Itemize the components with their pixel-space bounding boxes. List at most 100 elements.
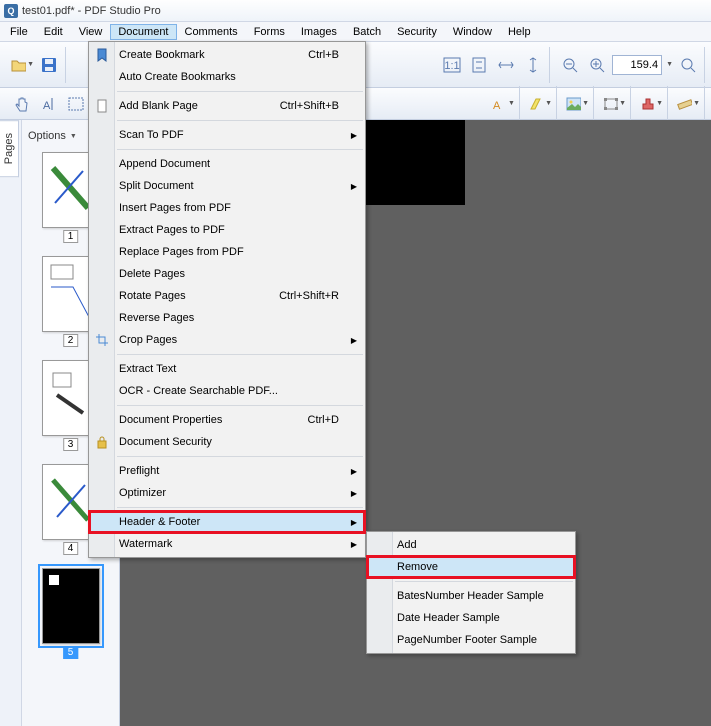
header-footer-submenu-item-pagenumber-footer-sample[interactable]: PageNumber Footer Sample — [367, 629, 575, 651]
document-menu-item-optimizer[interactable]: Optimizer ▶ — [89, 482, 365, 504]
menu-edit[interactable]: Edit — [36, 24, 71, 40]
app-icon: Q — [4, 4, 18, 18]
thumbnail-page-number: 5 — [63, 646, 79, 659]
document-menu-item-document-properties[interactable]: Document PropertiesCtrl+D — [89, 409, 365, 431]
menu-item-label: Insert Pages from PDF — [119, 202, 339, 214]
submenu-arrow-icon: ▶ — [351, 489, 357, 498]
menu-item-shortcut: Ctrl+Shift+B — [280, 100, 339, 112]
options-label: Options — [28, 130, 66, 142]
document-menu-item-insert-pages-from-pdf[interactable]: Insert Pages from PDF — [89, 197, 365, 219]
menu-file[interactable]: File — [2, 24, 36, 40]
document-menu-item-auto-create-bookmarks[interactable]: Auto Create Bookmarks — [89, 66, 365, 88]
document-menu-item-preflight[interactable]: Preflight ▶ — [89, 460, 365, 482]
menu-item-label: Append Document — [119, 158, 339, 170]
menu-item-label: Delete Pages — [119, 268, 339, 280]
zoom-tool-button[interactable] — [676, 53, 700, 77]
menu-bar: FileEditViewDocumentCommentsFormsImagesB… — [0, 22, 711, 42]
document-menu-item-add-blank-page[interactable]: Add Blank PageCtrl+Shift+B — [89, 95, 365, 117]
submenu-arrow-icon: ▶ — [351, 467, 357, 476]
menu-item-label: Optimizer — [119, 487, 339, 499]
thumbnail-page-number: 4 — [63, 542, 79, 555]
header-footer-submenu-item-remove[interactable]: Remove — [367, 556, 575, 578]
page-thumbnail[interactable]: 5 — [42, 568, 100, 644]
document-menu-item-crop-pages[interactable]: Crop Pages ▶ — [89, 329, 365, 351]
menu-view[interactable]: View — [71, 24, 111, 40]
hand-tool-button[interactable] — [10, 92, 34, 116]
pages-tab[interactable]: Pages — [0, 120, 19, 177]
menu-item-label: Date Header Sample — [397, 612, 549, 624]
menu-separator — [117, 405, 363, 406]
svg-text:A: A — [43, 100, 51, 112]
highlight-button[interactable]: ▼ — [528, 92, 552, 116]
menu-item-label: Rotate Pages — [119, 290, 279, 302]
crop-icon — [94, 332, 110, 348]
document-menu-item-scan-to-pdf[interactable]: Scan To PDF▶ — [89, 124, 365, 146]
document-menu-item-extract-text[interactable]: Extract Text — [89, 358, 365, 380]
menu-help[interactable]: Help — [500, 24, 539, 40]
submenu-arrow-icon: ▶ — [351, 131, 357, 140]
menu-item-label: Add Blank Page — [119, 100, 280, 112]
document-menu-item-delete-pages[interactable]: Delete Pages — [89, 263, 365, 285]
document-menu-item-extract-pages-to-pdf[interactable]: Extract Pages to PDF — [89, 219, 365, 241]
fit-height-button[interactable] — [521, 53, 545, 77]
document-menu-item-split-document[interactable]: Split Document▶ — [89, 175, 365, 197]
actual-size-button[interactable]: 1:1 — [440, 53, 464, 77]
image-annotation-button[interactable]: ▼ — [565, 92, 589, 116]
header-footer-submenu-item-add[interactable]: Add — [367, 534, 575, 556]
menu-item-label: Document Properties — [119, 414, 308, 426]
menu-separator — [117, 354, 363, 355]
document-menu-item-ocr-create-searchable-pdf[interactable]: OCR - Create Searchable PDF... — [89, 380, 365, 402]
menu-images[interactable]: Images — [293, 24, 345, 40]
menu-item-label: PageNumber Footer Sample — [397, 634, 549, 646]
document-menu-item-append-document[interactable]: Append Document — [89, 153, 365, 175]
security-icon — [94, 434, 110, 450]
svg-text:A: A — [493, 100, 501, 112]
stamp-button[interactable]: ▼ — [639, 92, 663, 116]
text-annotation-button[interactable]: A▼ — [491, 92, 515, 116]
document-menu-item-watermark[interactable]: Watermark▶ — [89, 533, 365, 555]
menu-item-shortcut: Ctrl+Shift+R — [279, 290, 339, 302]
document-menu-item-replace-pages-from-pdf[interactable]: Replace Pages from PDF — [89, 241, 365, 263]
header-footer-submenu-item-date-header-sample[interactable]: Date Header Sample — [367, 607, 575, 629]
menu-security[interactable]: Security — [389, 24, 445, 40]
submenu-arrow-icon: ▶ — [351, 336, 357, 345]
shape-button[interactable]: ▼ — [602, 92, 626, 116]
zoom-dropdown-arrow[interactable]: ▼ — [666, 61, 673, 68]
blank-page-icon — [94, 98, 110, 114]
text-select-button[interactable]: A — [37, 92, 61, 116]
header-footer-submenu-item-batesnumber-header-sample[interactable]: BatesNumber Header Sample — [367, 585, 575, 607]
fit-width-button[interactable] — [494, 53, 518, 77]
menu-document[interactable]: Document — [110, 24, 176, 40]
fit-page-button[interactable] — [467, 53, 491, 77]
menu-comments[interactable]: Comments — [177, 24, 246, 40]
measure-button[interactable]: ▼ — [676, 92, 700, 116]
document-menu-item-header-footer[interactable]: Header & Footer▶ — [89, 511, 365, 533]
menu-item-shortcut: Ctrl+B — [308, 49, 339, 61]
menu-separator — [117, 507, 363, 508]
menu-batch[interactable]: Batch — [345, 24, 389, 40]
menu-forms[interactable]: Forms — [246, 24, 293, 40]
zoom-input[interactable] — [612, 55, 662, 75]
menu-item-label: Reverse Pages — [119, 312, 339, 324]
zoom-in-button[interactable] — [585, 53, 609, 77]
document-menu-item-rotate-pages[interactable]: Rotate PagesCtrl+Shift+R — [89, 285, 365, 307]
menu-item-label: Preflight — [119, 465, 339, 477]
open-button[interactable]: ▼ — [10, 53, 34, 77]
menu-item-label: Split Document — [119, 180, 339, 192]
snapshot-button[interactable] — [64, 92, 88, 116]
document-menu-item-reverse-pages[interactable]: Reverse Pages — [89, 307, 365, 329]
window-title: test01.pdf* - PDF Studio Pro — [22, 5, 161, 17]
menu-item-label: Crop Pages — [119, 334, 339, 346]
menu-item-label: OCR - Create Searchable PDF... — [119, 385, 339, 397]
menu-separator — [117, 149, 363, 150]
menu-item-label: Extract Text — [119, 363, 339, 375]
menu-separator — [117, 456, 363, 457]
thumbnail-page-number: 1 — [63, 230, 79, 243]
save-button[interactable] — [37, 53, 61, 77]
menu-window[interactable]: Window — [445, 24, 500, 40]
document-menu-item-document-security[interactable]: Document Security — [89, 431, 365, 453]
menu-item-label: Auto Create Bookmarks — [119, 71, 339, 83]
menu-item-label: Watermark — [119, 538, 339, 550]
zoom-out-button[interactable] — [558, 53, 582, 77]
document-menu-item-create-bookmark[interactable]: Create BookmarkCtrl+B — [89, 44, 365, 66]
